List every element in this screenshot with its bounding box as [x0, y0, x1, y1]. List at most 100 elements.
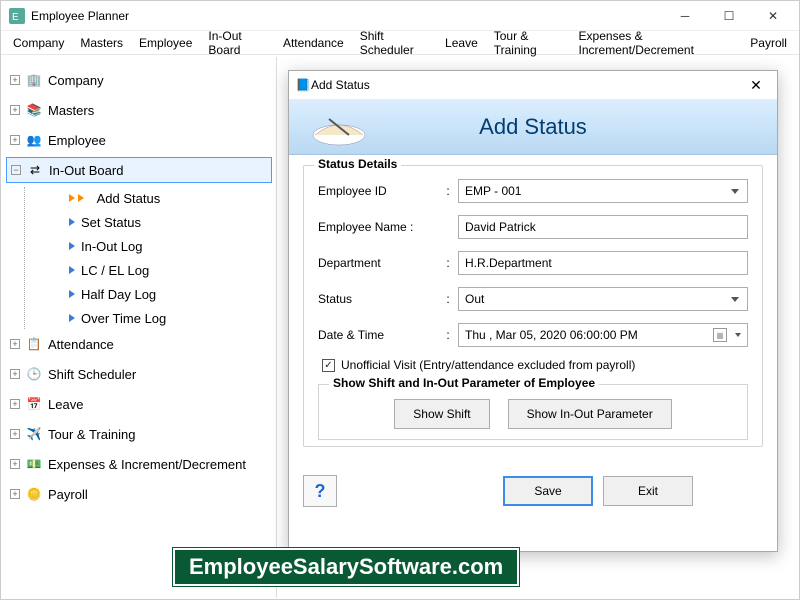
maximize-button[interactable]: ☐ — [707, 2, 751, 30]
dialog-titlebar: 📘 Add Status ✕ — [289, 71, 777, 99]
calendar-day-icon: 📅 — [26, 396, 42, 412]
input-value: David Patrick — [465, 220, 536, 234]
calendar-icon: 📋 — [26, 336, 42, 352]
tree-label: Shift Scheduler — [48, 367, 136, 382]
tree-label: Payroll — [48, 487, 88, 502]
dialog-title: Add Status — [311, 78, 741, 92]
tree-label: In-Out Log — [81, 239, 142, 254]
expander-icon[interactable]: + — [10, 339, 20, 349]
tree-label: Half Day Log — [81, 287, 156, 302]
app-icon: E — [9, 8, 25, 24]
menu-leave[interactable]: Leave — [437, 36, 486, 50]
expander-icon[interactable]: + — [10, 75, 20, 85]
coins-icon: 🪙 — [26, 486, 42, 502]
expander-icon[interactable]: + — [10, 135, 20, 145]
employee-name-field[interactable]: David Patrick — [458, 215, 748, 239]
status-label: Status — [318, 292, 438, 306]
menu-inout-board[interactable]: In-Out Board — [200, 29, 275, 57]
status-select[interactable]: Out — [458, 287, 748, 311]
arrow-icon — [69, 218, 75, 226]
tree-expenses[interactable]: + 💵 Expenses & Increment/Decrement — [6, 451, 272, 477]
show-params-group: Show Shift and In-Out Parameter of Emplo… — [318, 384, 748, 440]
tree-label: Masters — [48, 103, 94, 118]
help-button[interactable]: ? — [303, 475, 337, 507]
menu-masters[interactable]: Masters — [72, 36, 131, 50]
tree-lc-el-log[interactable]: LC / EL Log — [65, 259, 272, 281]
building-icon: 🏢 — [26, 72, 42, 88]
expander-icon[interactable]: + — [10, 399, 20, 409]
tree-tour-training[interactable]: + ✈️ Tour & Training — [6, 421, 272, 447]
arrow-icon — [69, 290, 75, 298]
expander-icon[interactable]: − — [11, 165, 21, 175]
show-inout-parameter-button[interactable]: Show In-Out Parameter — [508, 399, 672, 429]
tree-company[interactable]: + 🏢 Company — [6, 67, 272, 93]
menu-shift-scheduler[interactable]: Shift Scheduler — [352, 29, 437, 57]
exit-button[interactable]: Exit — [603, 476, 693, 506]
department-field[interactable]: H.R.Department — [458, 251, 748, 275]
tree-payroll[interactable]: + 🪙 Payroll — [6, 481, 272, 507]
tree-employee[interactable]: +👥Employee — [6, 127, 272, 153]
arrow-icon — [69, 242, 75, 250]
department-label: Department — [318, 256, 438, 270]
tree-add-status[interactable]: Add Status — [65, 187, 272, 209]
tree-label: Over Time Log — [81, 311, 166, 326]
svg-text:E: E — [12, 12, 19, 23]
tree-shift-scheduler[interactable]: + 🕒 Shift Scheduler — [6, 361, 272, 387]
dialog-footer: ? Save Exit — [289, 465, 777, 517]
status-details-group: Status Details Employee ID : EMP - 001 E… — [303, 165, 763, 447]
tree-label: Attendance — [48, 337, 114, 352]
clock-icon: 🕒 — [26, 366, 42, 382]
tree-half-day-log[interactable]: Half Day Log — [65, 283, 272, 305]
menu-employee[interactable]: Employee — [131, 36, 200, 50]
tree-masters[interactable]: + 📚 Masters — [6, 97, 272, 123]
menubar: Company Masters Employee In-Out Board At… — [1, 31, 799, 55]
show-shift-button[interactable]: Show Shift — [394, 399, 489, 429]
plane-icon: ✈️ — [26, 426, 42, 442]
tree-leave[interactable]: +📅Leave — [6, 391, 272, 417]
tree-label: Expenses & Increment/Decrement — [48, 457, 246, 472]
calendar-picker-icon[interactable]: ▦ — [713, 328, 727, 342]
select-value: Out — [465, 292, 484, 306]
menu-company[interactable]: Company — [5, 36, 72, 50]
window-title: Employee Planner — [31, 9, 663, 23]
tree-label: LC / EL Log — [81, 263, 149, 278]
arrow-icon — [69, 266, 75, 274]
expander-icon[interactable]: + — [10, 459, 20, 469]
employee-id-select[interactable]: EMP - 001 — [458, 179, 748, 203]
tree-label: In-Out Board — [49, 163, 123, 178]
arrow-icon — [69, 194, 75, 202]
tree-label: Add Status — [97, 191, 161, 206]
tree-label: Employee — [48, 133, 106, 148]
dialog-icon: 📘 — [295, 77, 311, 93]
tree-set-status[interactable]: Set Status — [65, 211, 272, 233]
datetime-picker[interactable]: Thu , Mar 05, 2020 06:00:00 PM ▦ — [458, 323, 748, 347]
tree-inout-log[interactable]: In-Out Log — [65, 235, 272, 257]
tree-attendance[interactable]: + 📋 Attendance — [6, 331, 272, 357]
expander-icon[interactable]: + — [10, 429, 20, 439]
expander-icon[interactable]: + — [10, 489, 20, 499]
datetime-label: Date & Time — [318, 328, 438, 342]
dialog-close-button[interactable]: ✕ — [741, 77, 771, 94]
notebook-icon — [309, 105, 369, 149]
money-icon: 💵 — [26, 456, 42, 472]
expander-icon[interactable]: + — [10, 369, 20, 379]
menu-payroll[interactable]: Payroll — [742, 36, 795, 50]
help-icon: ? — [315, 481, 326, 502]
swap-icon: ⇄ — [27, 162, 43, 178]
unofficial-visit-checkbox[interactable]: ✓ — [322, 359, 335, 372]
datetime-value: Thu , Mar 05, 2020 06:00:00 PM — [465, 328, 638, 342]
stack-icon: 📚 — [26, 102, 42, 118]
tree-over-time-log[interactable]: Over Time Log — [65, 307, 272, 329]
tree-inout-board[interactable]: −⇄ In-Out Board — [6, 157, 272, 183]
save-button[interactable]: Save — [503, 476, 593, 506]
close-button[interactable]: ✕ — [751, 2, 795, 30]
tree-label: Tour & Training — [48, 427, 135, 442]
group-title: Status Details — [314, 157, 401, 171]
menu-attendance[interactable]: Attendance — [275, 36, 352, 50]
minimize-button[interactable]: ─ — [663, 2, 707, 30]
expander-icon[interactable]: + — [10, 105, 20, 115]
menu-expenses[interactable]: Expenses & Increment/Decrement — [571, 29, 743, 57]
menu-tour-training[interactable]: Tour & Training — [486, 29, 571, 57]
unofficial-visit-label: Unofficial Visit (Entry/attendance exclu… — [341, 358, 635, 372]
tree-label: Company — [48, 73, 104, 88]
